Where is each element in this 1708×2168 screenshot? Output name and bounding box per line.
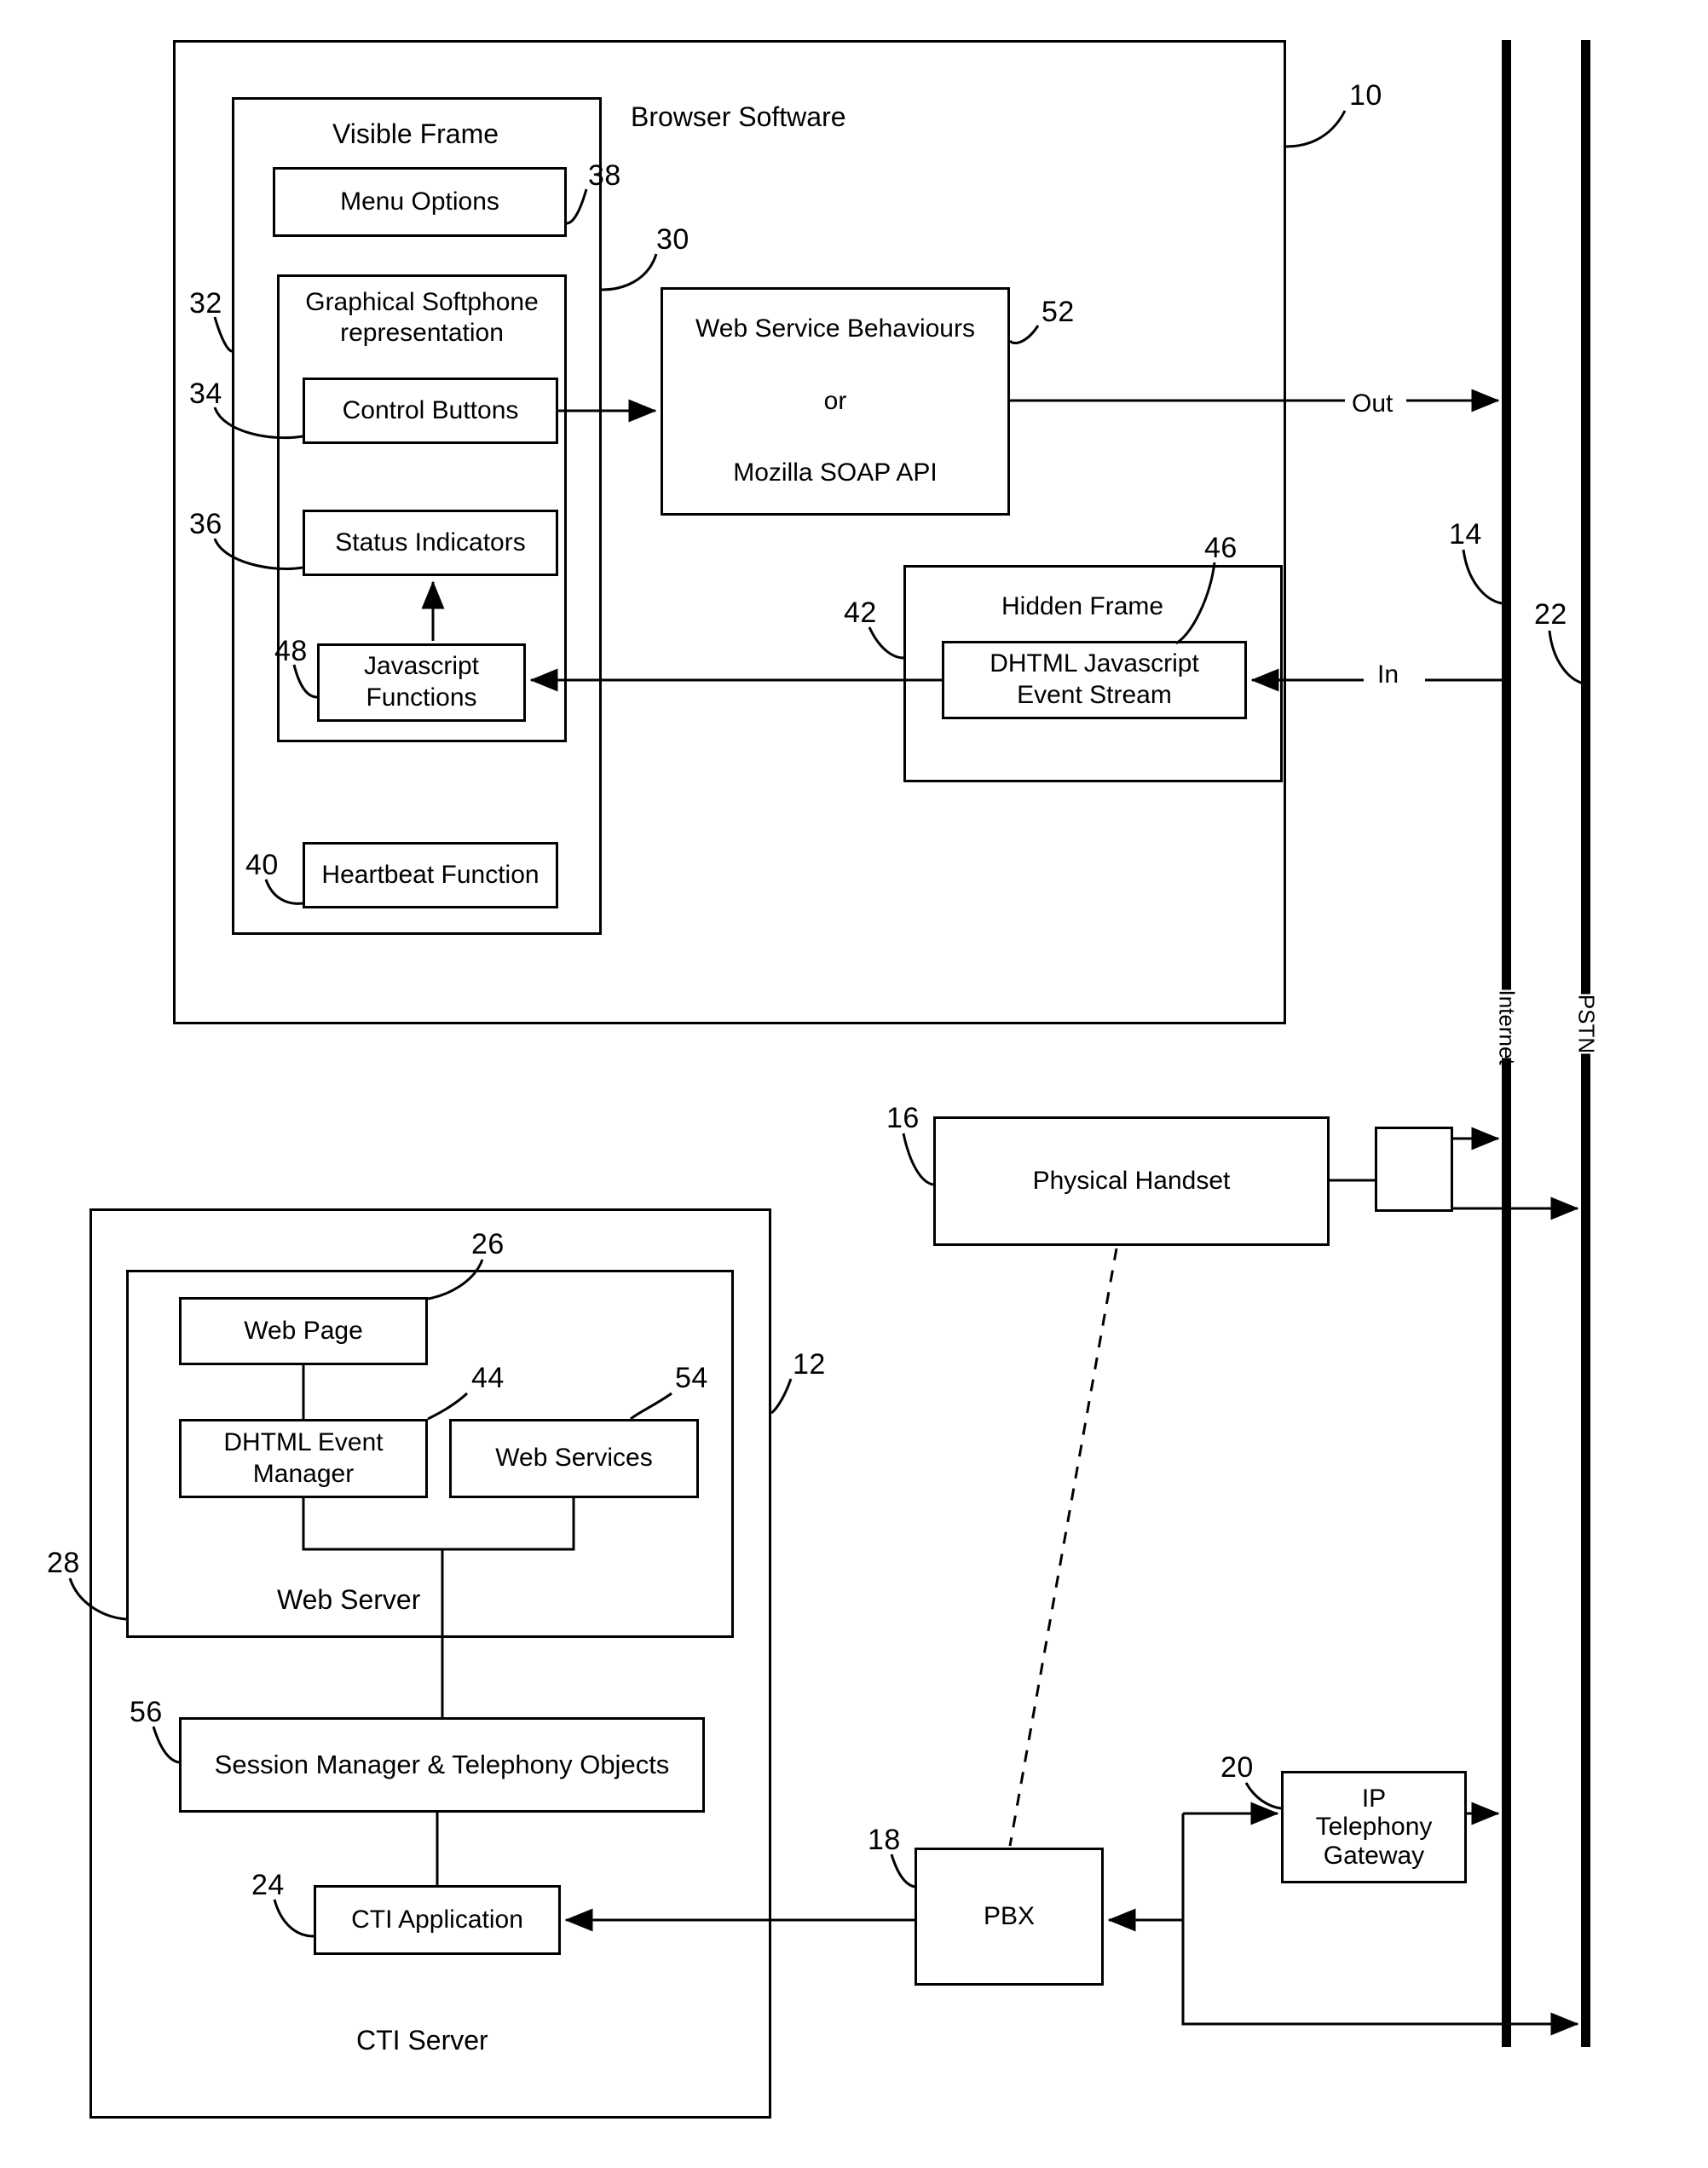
graphical-softphone-label: Graphical Softphone representation [294,287,550,349]
web-services-box: Web Services [449,1419,699,1498]
control-buttons-label: Control Buttons [342,395,519,424]
dhtml-event-stream-line2: Event Stream [1017,681,1172,709]
ref-56: 56 [130,1696,163,1728]
ref-48: 48 [274,635,308,667]
graphical-softphone-label-line1: Graphical Softphone [305,288,539,316]
ip-telephony-gateway-box: IP Telephony Gateway [1281,1771,1467,1883]
ref-42: 42 [844,597,877,629]
cti-application-box: CTI Application [314,1885,561,1955]
internet-trunk-label: Internet [1492,989,1521,1065]
ref-24: 24 [251,1869,285,1901]
ref-10: 10 [1349,79,1382,112]
ref-18: 18 [868,1824,901,1856]
physical-handset-label: Physical Handset [1032,1166,1231,1195]
web-service-line3: Mozilla SOAP API [733,458,938,487]
pbx-box: PBX [915,1848,1104,1986]
hidden-frame-label: Hidden Frame [1001,592,1164,620]
physical-handset-box: Physical Handset [933,1116,1330,1246]
web-page-label: Web Page [244,1316,363,1345]
ref-30: 30 [656,223,690,256]
cti-application-label: CTI Application [351,1905,523,1934]
ref-52: 52 [1042,296,1075,328]
menu-options-box[interactable]: Menu Options [273,167,567,237]
status-indicators-label: Status Indicators [335,528,526,556]
ip-gateway-line3: Gateway [1323,1841,1425,1870]
dhtml-event-manager-box: DHTML Event Manager [179,1419,428,1498]
ref-54: 54 [675,1362,708,1394]
session-manager-box: Session Manager & Telephony Objects [179,1717,705,1813]
heartbeat-function-box: Heartbeat Function [303,842,558,908]
ref-16: 16 [886,1102,920,1134]
out-flow-label: Out [1345,389,1400,418]
control-buttons-box[interactable]: Control Buttons [303,378,558,444]
ip-gateway-line1: IP [1361,1784,1387,1813]
ip-gateway-line2: Telephony [1315,1813,1433,1842]
dhtml-event-manager-line1: DHTML Event [223,1427,384,1456]
ref-40: 40 [245,849,279,881]
web-service-line2: or [823,386,847,415]
graphical-softphone-label-line2: representation [340,319,504,347]
ref-36: 36 [189,508,222,540]
ref-32: 32 [189,287,222,320]
ref-26: 26 [471,1228,505,1260]
dhtml-event-manager-label: DHTML Event Manager [223,1427,383,1490]
handset-splitter-box [1375,1127,1453,1212]
javascript-functions-label: Javascript Functions [364,651,479,713]
pstn-trunk-label: PSTN [1572,994,1601,1054]
browser-software-label: Browser Software [631,101,846,132]
visible-frame-label: Visible Frame [332,118,499,149]
dhtml-event-manager-line2: Manager [252,1459,355,1488]
ref-38: 38 [588,159,621,192]
web-page-box: Web Page [179,1297,428,1365]
ref-34: 34 [189,378,222,410]
dhtml-event-stream-box: DHTML Javascript Event Stream [942,641,1247,719]
web-services-label: Web Services [495,1444,653,1473]
heartbeat-function-label: Heartbeat Function [321,860,540,889]
javascript-functions-line2: Functions [366,683,477,712]
web-service-behaviours-box: Web Service Behaviours or Mozilla SOAP A… [661,287,1010,516]
in-flow-label: In [1370,660,1406,689]
javascript-functions-line1: Javascript [363,652,480,681]
status-indicators-box: Status Indicators [303,510,558,576]
menu-options-label: Menu Options [340,187,499,216]
pbx-label: PBX [983,1901,1036,1930]
ref-28: 28 [47,1547,80,1579]
session-manager-label: Session Manager & Telephony Objects [214,1750,670,1780]
ref-44: 44 [471,1362,505,1394]
dhtml-event-stream-line1: DHTML Javascript [990,649,1199,678]
dhtml-event-stream-label: DHTML Javascript Event Stream [990,649,1199,711]
ref-22: 22 [1534,598,1567,631]
cti-server-label: CTI Server [356,2025,488,2056]
web-server-label: Web Server [277,1584,421,1615]
web-service-line1: Web Service Behaviours [695,314,975,343]
patent-figure: Browser Software 10 Visible Frame 32 Men… [0,0,1708,2168]
ref-12: 12 [793,1348,826,1381]
ref-46: 46 [1204,532,1238,564]
ref-20: 20 [1220,1751,1254,1784]
ref-14: 14 [1449,518,1482,551]
javascript-functions-box: Javascript Functions [317,643,526,722]
